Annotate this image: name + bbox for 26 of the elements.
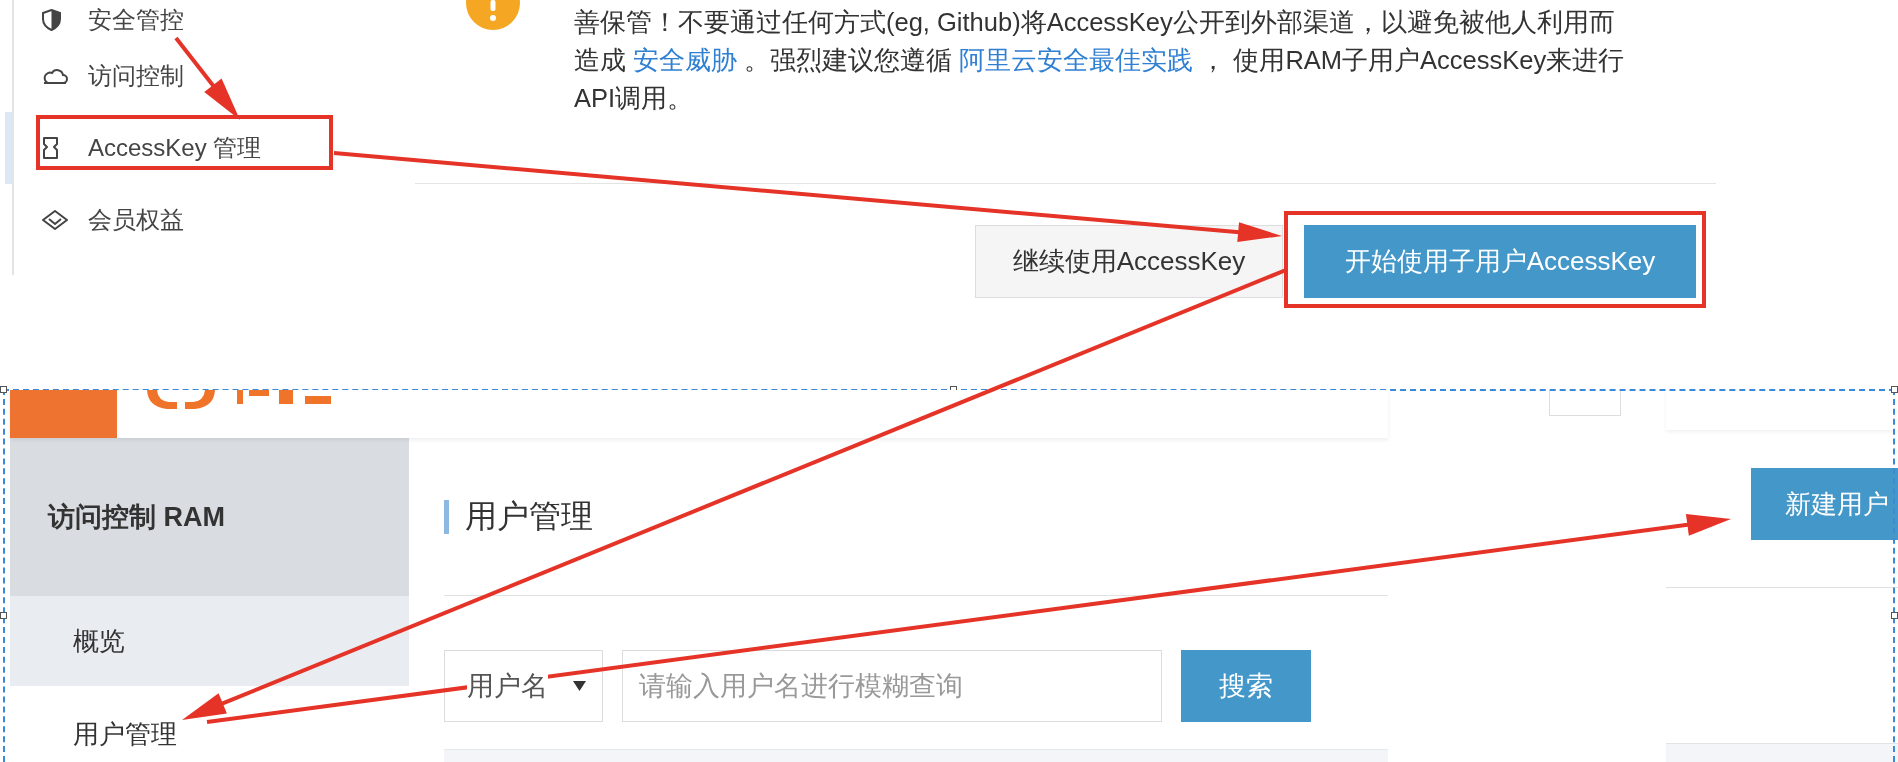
resize-handle[interactable]	[1891, 386, 1898, 393]
sidebar-item[interactable]: 用户管理	[10, 686, 409, 762]
filter-dropdown[interactable]: 用户名	[444, 650, 603, 722]
sidebar-item[interactable]: 会员权益	[5, 184, 415, 256]
sidebar-item[interactable]: 安全管控	[5, 0, 415, 40]
header-field	[1549, 390, 1621, 416]
cloud-icon	[42, 67, 68, 85]
sidebar-item[interactable]: 访问控制	[5, 40, 415, 112]
logo-icon	[145, 390, 333, 412]
diamond-icon	[42, 210, 68, 230]
shield-icon	[42, 9, 61, 31]
caret-icon	[573, 681, 586, 691]
title-accent	[444, 499, 449, 534]
resize-handle[interactable]	[0, 612, 7, 619]
warning-message: 善保管！不要通过任何方式(eg, Github)将AccessKey公开到外部渠道，以避免被他人利用而造成 安全威胁 。强烈建议您遵循 阿里云安全最佳实践 ， 使用RAM子用户AccessKey来进行API调用。	[574, 7, 1626, 114]
resize-handle[interactable]	[1891, 612, 1898, 619]
hourglass-icon	[42, 137, 59, 159]
sidebar-title: 访问控制 RAM	[10, 438, 409, 596]
resize-handle[interactable]	[0, 386, 7, 393]
search-field[interactable]: 请输入用户名进行模糊查询	[622, 650, 1162, 722]
sidebar-item[interactable]: 概览	[10, 596, 409, 686]
page-title: 用户管理	[465, 496, 593, 536]
resize-handle[interactable]	[950, 386, 957, 393]
continue-button[interactable]: 继续使用AccessKey	[975, 225, 1283, 298]
text-link[interactable]: 安全威胁	[633, 46, 738, 74]
text-link[interactable]: 阿里云安全最佳实践	[959, 46, 1194, 74]
